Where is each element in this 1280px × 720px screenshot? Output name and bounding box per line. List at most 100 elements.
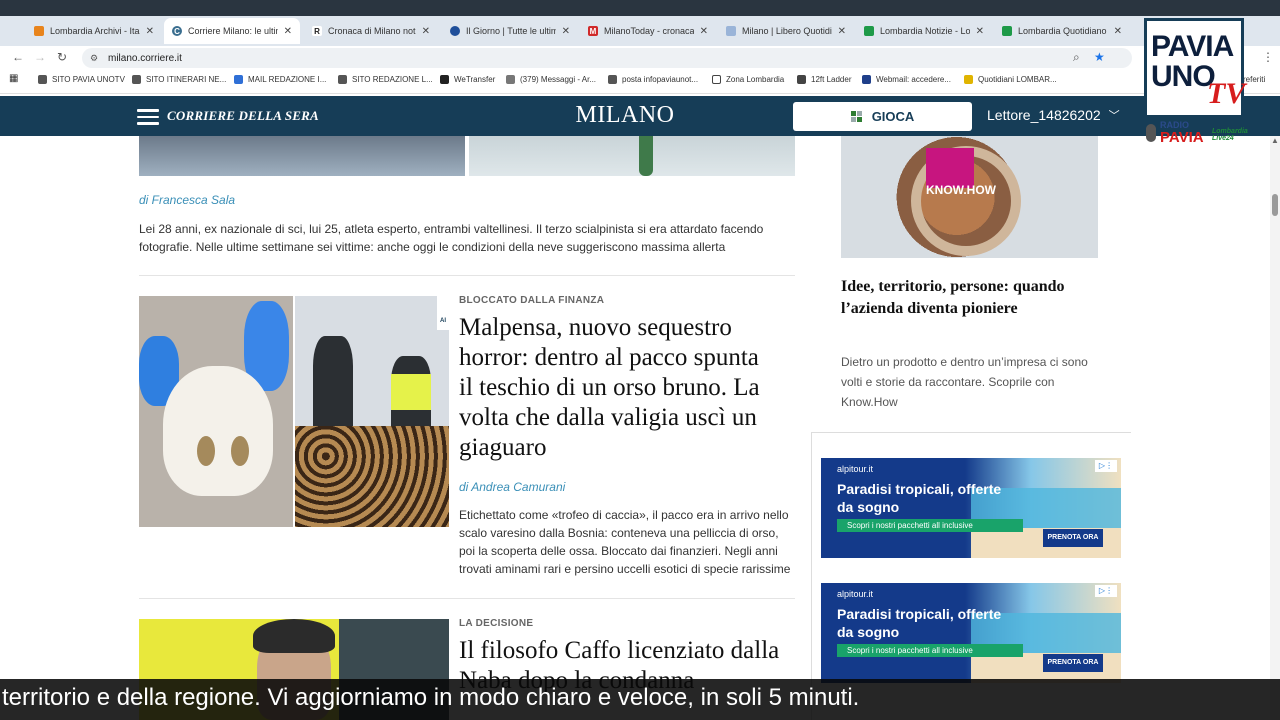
main-content: di Francesca Sala Lei 28 anni, ex nazion… [0, 136, 1280, 720]
bookmark-favicon [234, 75, 243, 84]
tab-favicon: R [312, 26, 322, 36]
bookmark-favicon [440, 75, 449, 84]
games-icon [850, 111, 862, 122]
ad-cta-button[interactable]: PRENOTA ORA [1043, 529, 1103, 547]
zoom-icon[interactable]: ⌕ [1073, 50, 1080, 65]
bookmark-favicon [964, 75, 973, 84]
sponsor-logo-text: KNOW.HOW [926, 183, 996, 197]
sponsor-text: Dietro un prodotto e dentro un’impresa c… [841, 355, 1088, 409]
bookmark-zona-lombardia[interactable]: Zona Lombardia [712, 75, 784, 84]
tab-lombardia-notizie[interactable]: Lombardia Notizie - Lom ✕ [856, 18, 992, 44]
ad-banner[interactable]: alpitour.it Paradisi tropicali, offerte … [821, 583, 1121, 683]
bookmark-favicon [862, 75, 871, 84]
browser-menu-icon[interactable]: ⋮ [1262, 50, 1274, 64]
tab-milanotoday[interactable]: M MilanoToday - cronaca e ✕ [580, 18, 716, 44]
column-divider [811, 432, 1131, 433]
tab-lombardia-quotidiano[interactable]: Lombardia Quotidiano - l ✕ [994, 18, 1130, 44]
tab-libero-quotidiano[interactable]: Milano | Libero Quotidian ✕ [718, 18, 854, 44]
apps-grid-icon[interactable]: ▦ [9, 73, 18, 84]
tab-corriere-milano[interactable]: C Corriere Milano: le ultime ✕ [164, 18, 300, 44]
tab-favicon [864, 26, 874, 36]
bookmark-favicon [608, 75, 617, 84]
article-author[interactable]: di Francesca Sala [139, 193, 235, 207]
article-headline[interactable]: Malpensa, nuovo sequestro horror: dentro… [459, 313, 779, 463]
bookmark-sito-itinerari[interactable]: SITO ITINERARI NE... [132, 75, 226, 84]
close-icon[interactable]: ✕ [562, 26, 570, 37]
close-icon[interactable]: ✕ [284, 26, 292, 37]
tab-favicon: C [172, 26, 182, 36]
page-scrollbar[interactable]: ▲ [1270, 136, 1280, 720]
article-kicker: BLOCCATO DALLA FINANZA [459, 295, 605, 306]
bookmark-sito-redazione[interactable]: SITO REDAZIONE L... [338, 75, 433, 84]
tab-favicon [34, 26, 44, 36]
bookmark-webmail[interactable]: Webmail: accedere... [862, 75, 951, 84]
scrollbar-thumb[interactable] [1272, 194, 1278, 216]
url-field[interactable]: ⚙ milano.corriere.it [82, 48, 1132, 68]
sponsor-logo [926, 148, 974, 188]
reload-icon[interactable]: ↻ [57, 50, 67, 64]
ad-subtitle: Scopri i nostri pacchetti all inclusive [837, 644, 1023, 657]
site-info-icon[interactable]: ⚙ [90, 53, 100, 63]
gioca-button[interactable]: GIOCA [793, 102, 972, 131]
article-divider [139, 598, 795, 599]
tab-favicon [726, 26, 736, 36]
ad-title: Paradisi tropicali, offerte da sogno [837, 481, 1002, 515]
adchoices-icon[interactable]: ▷⋮ [1095, 460, 1117, 472]
article-image[interactable] [139, 136, 465, 176]
close-icon[interactable]: ✕ [700, 26, 708, 37]
bookmark-quotidiani-lombardia[interactable]: Quotidiani LOMBAR... [964, 75, 1057, 84]
url-text: milano.corriere.it [108, 52, 182, 64]
adchoices-icon[interactable]: ▷⋮ [1095, 585, 1117, 597]
tab-il-giorno[interactable]: Il Giorno | Tutte le ultime ✕ [442, 18, 578, 44]
bookmark-messaggi[interactable]: (379) Messaggi - Ar... [506, 75, 596, 84]
sponsor-title[interactable]: Idee, territorio, persone: quando l’azie… [841, 276, 1101, 320]
ad-subtitle: Scopri i nostri pacchetti all inclusive [837, 519, 1023, 532]
article-author[interactable]: di Andrea Camurani [459, 480, 565, 494]
scroll-up-icon[interactable]: ▲ [1271, 136, 1279, 145]
close-icon[interactable]: ✕ [1114, 26, 1122, 37]
close-icon[interactable]: ✕ [838, 26, 846, 37]
article-summary: Lei 28 anni, ex nazionale di sci, lui 25… [139, 222, 764, 254]
forward-arrow-icon[interactable]: → [34, 50, 46, 64]
close-icon[interactable]: ✕ [422, 26, 430, 37]
site-header: CORRIERE DELLA SERA MILANO GIOCA Lettore… [0, 96, 1280, 136]
user-account-menu[interactable]: Lettore_14826202 ﹀ [987, 107, 1120, 123]
ad-banner[interactable]: alpitour.it Paradisi tropicali, offerte … [821, 458, 1121, 558]
bookmarks-bar: ▦ SITO PAVIA UNOTV SITO ITINERARI NE... … [0, 70, 1280, 94]
bookmark-12ft-ladder[interactable]: 12ft Ladder [797, 75, 851, 84]
bookmark-posta-infopaviaunot[interactable]: posta infopaviaunot... [608, 75, 698, 84]
ad-cta-button[interactable]: PRENOTA ORA [1043, 654, 1103, 672]
browser-tab-bar: Lombardia Archivi - Italp ✕ C Corriere M… [0, 0, 1280, 46]
back-arrow-icon[interactable]: ← [12, 50, 24, 64]
ad-brand: alpitour.it [837, 464, 874, 474]
article-divider [139, 275, 795, 276]
ad-brand: alpitour.it [837, 589, 874, 599]
tab-favicon [1002, 26, 1012, 36]
video-caption: territorio e della regione. Vi aggiornia… [0, 679, 1280, 720]
image-badge: AI [437, 296, 449, 330]
bookmark-mail-redazione[interactable]: MAIL REDAZIONE I... [234, 75, 326, 84]
article-summary: Etichettato come «trofeo di caccia», il … [459, 508, 791, 576]
channel-logo: PAVIA UNO TV [1144, 18, 1245, 118]
radio-logo: RADIO PAVIA Lombardia Live24 [1146, 120, 1248, 150]
article-image[interactable] [469, 136, 795, 176]
bookmark-favicon [132, 75, 141, 84]
tab-favicon [450, 26, 460, 36]
microphone-icon [1146, 124, 1156, 142]
bookmark-favicon [506, 75, 515, 84]
bookmark-wetransfer[interactable]: WeTransfer [440, 75, 495, 84]
bookmark-star-icon[interactable]: ★ [1094, 50, 1105, 64]
tab-lombardia-archivi[interactable]: Lombardia Archivi - Italp ✕ [26, 18, 162, 44]
article-kicker: LA DECISIONE [459, 618, 534, 629]
close-icon[interactable]: ✕ [976, 26, 984, 37]
bookmarks-other-folder[interactable]: referiti [1243, 75, 1265, 84]
folder-icon [712, 75, 721, 84]
chevron-down-icon: ﹀ [1108, 110, 1120, 122]
bookmark-favicon [797, 75, 806, 84]
article-image[interactable]: AI [139, 296, 449, 527]
close-icon[interactable]: ✕ [146, 26, 154, 37]
window-top-strip [0, 0, 1280, 16]
bookmark-sito-pavia-unotv[interactable]: SITO PAVIA UNOTV [38, 75, 125, 84]
bookmark-favicon [38, 75, 47, 84]
tab-cronaca-milano[interactable]: R Cronaca di Milano notizie ✕ [304, 18, 438, 44]
